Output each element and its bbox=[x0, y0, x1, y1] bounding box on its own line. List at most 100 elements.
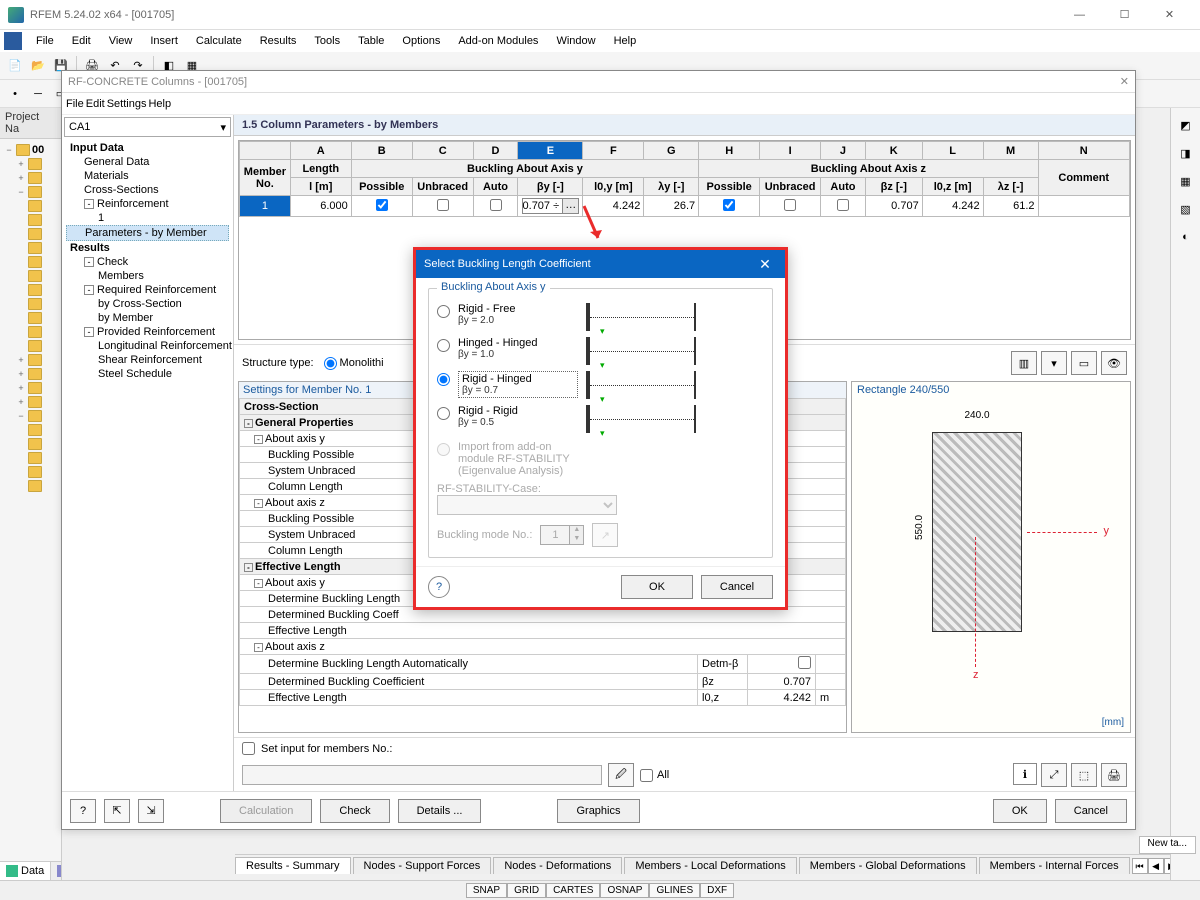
graphics-button[interactable]: Graphics bbox=[557, 799, 639, 823]
new-file-icon[interactable]: 📄 bbox=[4, 55, 26, 77]
tree-item[interactable]: General Data bbox=[66, 155, 229, 169]
col-L[interactable]: L bbox=[922, 142, 983, 160]
tab-support-forces[interactable]: Nodes - Support Forces bbox=[353, 857, 492, 874]
module-menu-settings[interactable]: Settings bbox=[107, 98, 147, 110]
panel-new-tab[interactable]: New ta... bbox=[1139, 836, 1196, 854]
tool-columns-icon[interactable]: ▥ bbox=[1011, 351, 1037, 375]
zoom-extents-icon[interactable]: ⤢ bbox=[1041, 763, 1067, 787]
status-osnap[interactable]: OSNAP bbox=[600, 883, 649, 898]
tab-results-summary[interactable]: Results - Summary bbox=[235, 857, 351, 874]
dialog-ok-button[interactable]: OK bbox=[621, 575, 693, 599]
tab-nav-prev[interactable]: ◀ bbox=[1148, 858, 1164, 874]
member-list-input[interactable] bbox=[242, 765, 602, 785]
dialog-help-button[interactable]: ? bbox=[428, 576, 450, 598]
buckling-option[interactable]: Rigid - Freeβy = 2.0▾ bbox=[437, 303, 764, 331]
tab-nav-next[interactable]: ▶ bbox=[1164, 858, 1170, 874]
menu-addon-modules[interactable]: Add-on Modules bbox=[450, 33, 546, 49]
right-tool-2[interactable]: ◨ bbox=[1175, 142, 1197, 164]
menu-options[interactable]: Options bbox=[394, 33, 448, 49]
cell-auto-z[interactable] bbox=[821, 196, 866, 217]
cell-possible-z[interactable] bbox=[699, 196, 760, 217]
col-B[interactable]: B bbox=[351, 142, 412, 160]
module-tree[interactable]: Input DataGeneral DataMaterialsCross-Sec… bbox=[62, 139, 233, 791]
right-tool-4[interactable]: ▧ bbox=[1175, 198, 1197, 220]
cell-possible-y[interactable] bbox=[351, 196, 412, 217]
check-button[interactable]: Check bbox=[320, 799, 389, 823]
menu-results[interactable]: Results bbox=[252, 33, 305, 49]
menu-insert[interactable]: Insert bbox=[142, 33, 186, 49]
module-menu-help[interactable]: Help bbox=[148, 98, 171, 110]
cell-beta-z[interactable]: 0.707 bbox=[865, 196, 922, 217]
menu-table[interactable]: Table bbox=[350, 33, 392, 49]
tree-item[interactable]: Steel Schedule bbox=[66, 367, 229, 381]
details-button[interactable]: Details ... bbox=[398, 799, 482, 823]
row-1-header[interactable]: 1 bbox=[240, 196, 291, 217]
calculation-button[interactable]: Calculation bbox=[220, 799, 312, 823]
tool-eye-icon[interactable]: 👁 bbox=[1101, 351, 1127, 375]
tree-item[interactable]: 1 bbox=[66, 211, 229, 225]
tab-nav-first[interactable]: ⏮ bbox=[1132, 858, 1148, 874]
buckling-radio[interactable] bbox=[437, 373, 450, 386]
col-E[interactable]: E bbox=[518, 142, 583, 160]
tree-item[interactable]: by Cross-Section bbox=[66, 297, 229, 311]
menu-file[interactable]: File bbox=[28, 33, 62, 49]
case-selector[interactable]: CA1 ▾ bbox=[64, 117, 231, 137]
settings-row[interactable]: Determined Buckling Coefficientβz0.707 bbox=[240, 674, 846, 690]
tree-item[interactable]: Materials bbox=[66, 169, 229, 183]
settings-row[interactable]: -About axis z bbox=[240, 639, 846, 655]
tree-item[interactable]: -Reinforcement bbox=[66, 197, 229, 211]
col-A[interactable]: A bbox=[290, 142, 351, 160]
tree-item[interactable]: Members bbox=[66, 269, 229, 283]
module-menu-edit[interactable]: Edit bbox=[86, 98, 105, 110]
col-J[interactable]: J bbox=[821, 142, 866, 160]
col-D[interactable]: D bbox=[473, 142, 518, 160]
status-dxf[interactable]: DXF bbox=[700, 883, 734, 898]
tree-item[interactable]: Results bbox=[66, 241, 229, 255]
menu-help[interactable]: Help bbox=[606, 33, 645, 49]
dialog-cancel-button[interactable]: Cancel bbox=[701, 575, 773, 599]
col-K[interactable]: K bbox=[865, 142, 922, 160]
menu-window[interactable]: Window bbox=[548, 33, 603, 49]
col-C[interactable]: C bbox=[412, 142, 473, 160]
buckling-option[interactable]: Hinged - Hingedβy = 1.0▾ bbox=[437, 337, 764, 365]
cell-l0z[interactable]: 4.242 bbox=[922, 196, 983, 217]
view-3d-icon[interactable]: ⬚ bbox=[1071, 763, 1097, 787]
status-cartes[interactable]: CARTES bbox=[546, 883, 600, 898]
module-cancel-button[interactable]: Cancel bbox=[1055, 799, 1127, 823]
structure-type-monolithic[interactable]: Monolithi bbox=[324, 357, 384, 370]
node-icon[interactable]: • bbox=[4, 83, 26, 105]
buckling-option[interactable]: Rigid - Hingedβy = 0.7▾ bbox=[437, 371, 764, 399]
tree-item[interactable]: -Required Reinforcement bbox=[66, 283, 229, 297]
status-snap[interactable]: SNAP bbox=[466, 883, 507, 898]
tab-member-global-deformations[interactable]: Members - Global Deformations bbox=[799, 857, 977, 874]
tree-item[interactable]: -Provided Reinforcement bbox=[66, 325, 229, 339]
project-root-label[interactable]: 00 bbox=[32, 144, 44, 156]
settings-row[interactable]: Effective Length bbox=[240, 623, 846, 639]
tree-item[interactable]: -Check bbox=[66, 255, 229, 269]
menu-tools[interactable]: Tools bbox=[306, 33, 348, 49]
buckling-radio[interactable] bbox=[437, 305, 450, 318]
open-file-icon[interactable]: 📂 bbox=[27, 55, 49, 77]
help-button[interactable]: ? bbox=[70, 799, 96, 823]
settings-row[interactable]: Determine Buckling Length AutomaticallyD… bbox=[240, 655, 846, 674]
cell-beta-y[interactable]: 0.707 ÷ … bbox=[518, 196, 583, 217]
info-button[interactable]: ℹ bbox=[1013, 763, 1037, 785]
cell-lam-z[interactable]: 61.2 bbox=[983, 196, 1038, 217]
cell-unbraced-z[interactable] bbox=[760, 196, 821, 217]
project-tree[interactable]: −00 + + − + + + + − bbox=[0, 139, 61, 861]
module-ok-button[interactable]: OK bbox=[993, 799, 1047, 823]
navigator-tab-data[interactable]: Data bbox=[0, 862, 51, 880]
tab-member-internal-forces[interactable]: Members - Internal Forces bbox=[979, 857, 1130, 874]
tree-item[interactable]: by Member bbox=[66, 311, 229, 325]
close-button[interactable]: ✕ bbox=[1147, 0, 1192, 30]
navigator-tab-display[interactable]: Display bbox=[51, 862, 61, 880]
right-tool-3[interactable]: ▦ bbox=[1175, 170, 1197, 192]
cell-lam-y[interactable]: 26.7 bbox=[644, 196, 699, 217]
tree-item[interactable]: Longitudinal Reinforcement bbox=[66, 339, 229, 353]
settings-row[interactable]: Effective Lengthl0,z4.242m bbox=[240, 690, 846, 706]
cell-unbraced-y[interactable] bbox=[412, 196, 473, 217]
col-F[interactable]: F bbox=[583, 142, 644, 160]
all-checkbox[interactable]: All bbox=[640, 769, 669, 782]
tab-node-deformations[interactable]: Nodes - Deformations bbox=[493, 857, 622, 874]
cell-length[interactable]: 6.000 bbox=[290, 196, 351, 217]
